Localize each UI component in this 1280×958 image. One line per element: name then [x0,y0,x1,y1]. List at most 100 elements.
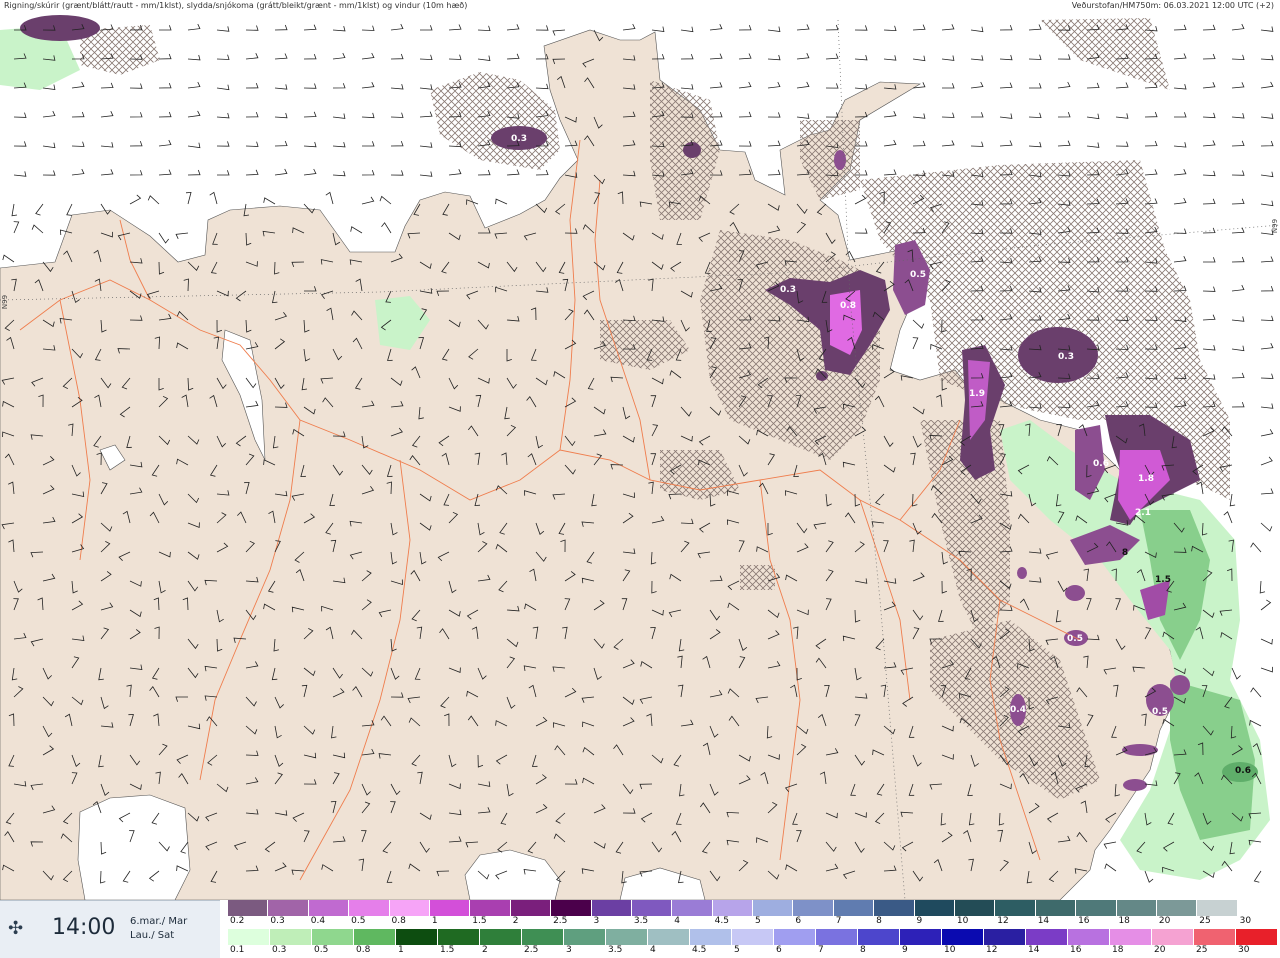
snow-scale-label: 10 [956,916,969,926]
map-value: 2.1 [1135,508,1151,518]
snow-scale-cell [510,900,552,916]
rain-scale-cell [648,929,690,945]
snow-scale-label: 0.4 [310,916,326,926]
rain-scale-cell [1110,929,1152,945]
snow-scale-cell [793,900,834,916]
snow-scale-cell [1197,900,1238,916]
snow-scale-label: 5 [755,916,761,926]
rain-scale-cell [1152,929,1194,945]
snow-scale-cell [712,900,754,916]
snow-scale-label: 18 [1118,916,1130,926]
snow-scale-cell [1156,900,1198,916]
rain-scale-label: 30 [1238,945,1250,955]
snow-scale-cell [1035,900,1077,916]
snow-scale-label: 30 [1239,916,1252,926]
rain-scale-label: 2 [482,945,488,955]
snow-scale-label: 20 [1158,916,1171,926]
map-value: 1.5 [1155,575,1171,585]
wind-icon: ✣ [8,918,24,939]
rain-scale-label: 1.5 [440,945,455,955]
rain-scale-cell [900,929,942,945]
rain-scale-cell [984,929,1026,945]
snow-scale-cell [228,900,269,916]
rain-scale-cell [1236,929,1278,945]
lat-label-left: N99 [1,294,10,310]
snow-scale-cell [591,900,632,916]
snow-scale-cell [308,900,350,916]
snow-scale-label: 1 [431,916,438,926]
snow-scale-cell [551,900,592,916]
snow-scale-label: 0.2 [230,916,245,926]
snow-scale-labels: 0.2 0.3 0.4 0.5 0.8 1 1.5 2 2.5 3 3.5 4 4.5 5 6 7 8 9 10 12… [228,916,1278,928]
map-value: 8 [1121,548,1129,558]
rain-scale-label: 9 [902,945,908,955]
snow-scale-label: 1.5 [472,916,487,926]
rain-scale-cell [312,929,354,945]
rain-scale-label: 18 [1112,945,1124,955]
rain-scale-label: 0.5 [314,945,329,955]
rain-scale-cell [1068,929,1110,945]
snow-scale-cell [429,900,471,916]
snow-scale-label: 7 [835,916,842,926]
rain-scale-cell [228,929,270,945]
lat-label-right: N99 [1271,218,1280,234]
map-value: 0.5 [1067,634,1083,644]
rain-color-scale [228,929,1278,945]
snow-scale-cell [914,900,956,916]
snow-scale-label: 0.5 [351,916,366,926]
snow-scale-label: 9 [916,916,923,926]
snow-scale-cell [1237,900,1279,916]
snow-scale-cell [1076,900,1117,916]
snow-scale-label: 25 [1199,916,1211,926]
snow-scale-cell [389,900,430,916]
map-value: 0.5 [910,270,926,280]
rain-scale-label: 2.5 [524,945,539,955]
snow-scale-cell [470,900,511,916]
weather-map [0,0,1280,900]
rain-scale-cell [690,929,732,945]
map-value: 0.3 [780,285,796,295]
rain-scale-label: 5 [734,945,740,955]
rain-scale-label: 10 [944,945,956,955]
rain-scale-labels: 0.1 0.3 0.5 0.8 1 1.5 2 2.5 3 3.5 4 4.5 5 6 7 8 9 10 12 14 1… [228,945,1278,957]
rain-scale-cell [774,929,816,945]
rain-scale-cell [816,929,858,945]
map-value: 1.8 [1138,474,1154,484]
rain-scale-label: 4.5 [692,945,707,955]
snow-scale-label: 2 [512,916,519,926]
snow-color-scale [228,900,1279,916]
snow-scale-label: 0.8 [391,916,406,926]
rain-scale-label: 0.3 [272,945,287,955]
rain-scale-label: 3.5 [608,945,623,955]
rain-scale-cell [522,929,564,945]
snow-scale-label: 6 [795,916,802,926]
time-panel: ✣ 14:00 6.mar./ Mar Lau./ Sat [0,900,220,958]
forecast-time: 14:00 [52,915,116,940]
map-title: Rigning/skúrir (grænt/blátt/rautt - mm/1… [4,1,468,10]
rain-scale-label: 4 [650,945,656,955]
rain-scale-label: 6 [776,945,782,955]
map-value: 0.6 [1093,459,1109,469]
forecast-day: Lau./ Sat [130,930,175,941]
rain-scale-cell [732,929,774,945]
forecast-date: 6.mar./ Mar [130,916,188,927]
snow-scale-label: 8 [876,916,882,926]
rain-scale-cell [606,929,648,945]
snow-scale-label: 0.3 [270,916,285,926]
snow-scale-cell [349,900,390,916]
snow-scale-cell [631,900,673,916]
snow-scale-cell [268,900,309,916]
rain-scale-label: 16 [1070,945,1082,955]
rain-scale-label: 25 [1196,945,1208,955]
snow-scale-label: 16 [1078,916,1090,926]
snow-scale-cell [753,900,794,916]
snow-scale-cell [833,900,875,916]
snow-scale-label: 12 [997,916,1009,926]
rain-scale-cell [270,929,312,945]
map-value: 0.3 [1058,352,1074,362]
model-run-info: Veðurstofan/HM750m: 06.03.2021 12:00 UTC… [1071,1,1274,10]
rain-scale-label: 0.1 [230,945,245,955]
map-value: 0.6 [1235,766,1251,776]
rain-scale-label: 3 [566,945,572,955]
rain-scale-label: 20 [1154,945,1166,955]
